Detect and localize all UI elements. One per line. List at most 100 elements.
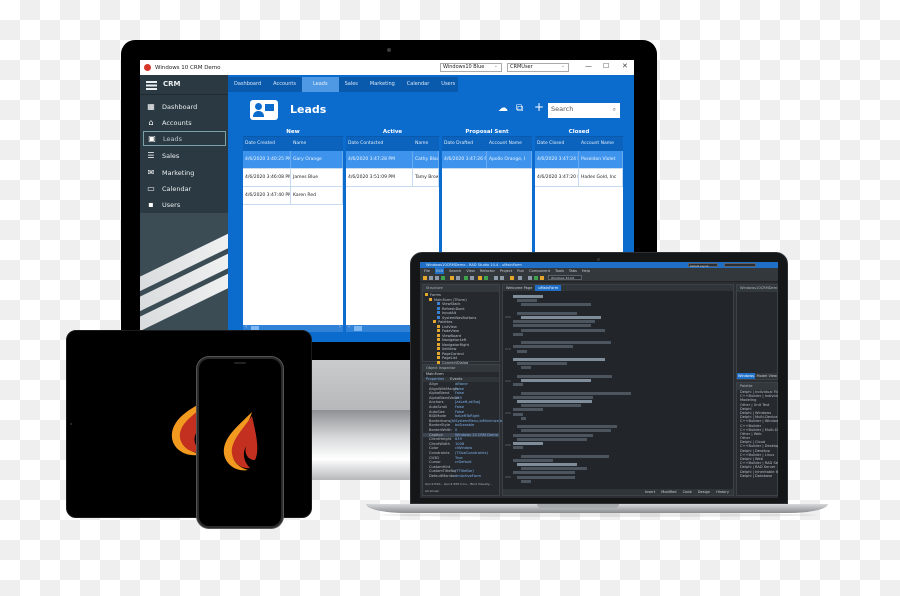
table-row[interactable]: 4/6/2020 3:40:25 PM Gary Orange <box>243 151 343 169</box>
toolbar-button-icon[interactable] <box>510 276 514 280</box>
toolbar-button-icon[interactable] <box>528 276 532 280</box>
tab-model-view[interactable]: Model View <box>757 373 777 379</box>
toolbar-button-icon[interactable] <box>534 276 538 280</box>
toolbar-button-icon[interactable] <box>441 276 445 280</box>
toolbar-button-icon[interactable] <box>500 276 504 280</box>
toolbar-button-icon[interactable] <box>435 276 439 280</box>
column-header-row: Date Drafted Account Name <box>442 137 532 151</box>
folder-icon <box>437 324 440 328</box>
tab-welcome-page[interactable]: Welcome Page <box>506 285 532 291</box>
sidebar-item-leads[interactable]: ▣ Leads <box>143 131 226 146</box>
component-icon <box>437 302 440 305</box>
sidebar-item-marketing[interactable]: ✉ Marketing <box>143 165 226 180</box>
tab-leads[interactable]: Leads <box>301 77 339 92</box>
column-header[interactable]: Name <box>413 137 439 151</box>
tab-dashboard[interactable]: Dashboard <box>228 77 267 92</box>
toolbar-button-icon[interactable] <box>494 276 498 280</box>
code-line <box>517 475 575 479</box>
chevron-down-icon: ⌄ <box>560 63 565 69</box>
table-row[interactable]: 4/6/2020 3:46:08 PM James Blue <box>243 169 343 187</box>
column-header[interactable]: Date Created <box>243 137 291 151</box>
tab-project[interactable]: Windows10CR... <box>737 373 755 379</box>
status-code[interactable]: Code <box>683 489 692 495</box>
column-header[interactable]: Name <box>291 137 343 151</box>
table-row[interactable]: 4/6/2020 3:47:26 PM Apollo Orange, I <box>442 151 532 169</box>
toolbar-button-icon[interactable] <box>456 276 460 280</box>
tree-item-label: PageList <box>442 356 457 360</box>
code-line <box>513 471 575 475</box>
maximize-button[interactable]: ☐ <box>603 62 609 70</box>
toolbar-button-icon[interactable] <box>423 276 427 280</box>
property-value[interactable]: bsSizeable <box>455 423 474 428</box>
toolbar-button-icon[interactable] <box>429 276 433 280</box>
column-header[interactable]: Account Name <box>487 137 532 151</box>
table-cell: 4/6/2020 3:40:25 PM <box>243 151 291 168</box>
add-icon[interactable]: + <box>534 101 544 113</box>
column-header[interactable]: Date Contacted <box>346 137 413 151</box>
toolbar-button-icon[interactable] <box>470 276 474 280</box>
toolbar-button-icon[interactable] <box>540 276 544 280</box>
table-row[interactable]: 4/6/2020 3:51:09 PM Tamy Brow <box>346 169 439 187</box>
toolbar-button-icon[interactable] <box>484 276 488 280</box>
tab-calendar[interactable]: Calendar <box>401 77 435 92</box>
tab-sales[interactable]: Sales <box>339 77 364 92</box>
sidebar-item-accounts[interactable]: ⌂ Accounts <box>143 115 226 130</box>
hamburger-menu-icon[interactable] <box>146 81 157 90</box>
scroll-right-icon[interactable]: › <box>339 324 341 330</box>
scroll-thumb[interactable] <box>354 326 362 331</box>
sidebar-item-users[interactable]: ▪ Users <box>143 197 226 212</box>
folder-icon <box>437 338 440 341</box>
table-row[interactable]: 4/6/2020 3:47:28 PM Cathy Blac <box>346 151 439 169</box>
close-button[interactable]: ✕ <box>622 62 628 70</box>
scroll-left-icon[interactable]: ‹ <box>348 324 350 330</box>
column-header[interactable]: Date Drafted <box>442 137 487 151</box>
column-header[interactable]: Account Name <box>579 137 623 151</box>
tab-accounts[interactable]: Accounts <box>267 77 302 92</box>
code-line <box>521 391 631 395</box>
palette-item[interactable]: C++Builder | Desktop <box>737 444 778 448</box>
upload-cloud-icon[interactable]: ☁ <box>498 103 508 115</box>
tree-item-label: PageControl <box>442 351 464 356</box>
sidebar-item-sales[interactable]: ☰ Sales <box>143 148 226 163</box>
property-value[interactable]: crDefault <box>455 460 472 465</box>
user-select[interactable]: CRMUser ⌄ <box>507 63 569 72</box>
toolbar-button-icon[interactable] <box>464 276 468 280</box>
code-area[interactable]: 200 210 220 230 240 250 <box>503 295 733 487</box>
status-design[interactable]: Design <box>698 489 710 495</box>
palette-item[interactable]: C++Builder | Windows <box>737 419 778 423</box>
table-row[interactable]: 4/6/2020 3:47:40 PM Karen Red <box>243 187 343 205</box>
sidebar-item-dashboard[interactable]: ▦ Dashboard <box>143 99 226 114</box>
column-header-row: Date Closed Account Name <box>535 137 623 151</box>
tab-marketing[interactable]: Marketing <box>364 77 401 92</box>
project-manager-pane: Windows10CRMDemo.dproj Windows10CR... Mo… <box>736 284 778 380</box>
minimize-button[interactable]: — <box>585 62 592 70</box>
table-row[interactable]: 4/6/2020 3:47:20 PMHades Gold, Inc <box>535 169 623 187</box>
toolbar-button-icon[interactable] <box>478 276 482 280</box>
layout-select[interactable]: Default Layout <box>688 263 718 268</box>
toolbar-button-icon[interactable] <box>518 276 522 280</box>
search-icon[interactable]: ⌕ <box>613 106 616 114</box>
sidebar-item-calendar[interactable]: ▭ Calendar <box>143 181 226 196</box>
palette-item[interactable]: Delphi | RAD Server <box>737 465 777 469</box>
table-cell: Hades Gold, Inc <box>579 169 623 186</box>
inspector-footer[interactable]: Quick Edit... Quick Edit Icon... Bind Vi… <box>425 482 492 486</box>
tree-item-label: ViewBoard <box>442 333 462 338</box>
tab-users[interactable]: Users <box>435 77 461 92</box>
theme-select[interactable]: Windows10 Blue ⌄ <box>440 63 502 72</box>
code-editor[interactable]: Welcome Page uMainForm 200 210 220 230 240 25… <box>502 284 734 496</box>
sidebar-item-label: Calendar <box>162 184 192 193</box>
platform-select[interactable]: Windows 32-bit <box>548 275 582 280</box>
toolbar-button-icon[interactable] <box>450 276 454 280</box>
property-row[interactable]: DefaultMonitor dmActiveForm <box>423 474 499 479</box>
edit-icon[interactable]: ⧉ <box>516 103 523 115</box>
tab-umainform[interactable]: uMainForm <box>535 285 562 291</box>
search-input[interactable]: Search ⌕ <box>548 103 620 118</box>
table-row[interactable]: 4/6/2020 3:47:24 PMPoseidon Violet <box>535 151 623 169</box>
user-select-value: CRMUser <box>510 64 533 70</box>
palette-item[interactable]: Delphi | Database <box>737 474 777 478</box>
status-history[interactable]: History <box>716 489 729 495</box>
ide-search-input[interactable] <box>724 263 756 267</box>
column-header[interactable]: Date Closed <box>535 137 579 151</box>
property-value[interactable]: dmActiveForm <box>455 474 481 479</box>
code-line <box>513 324 591 328</box>
